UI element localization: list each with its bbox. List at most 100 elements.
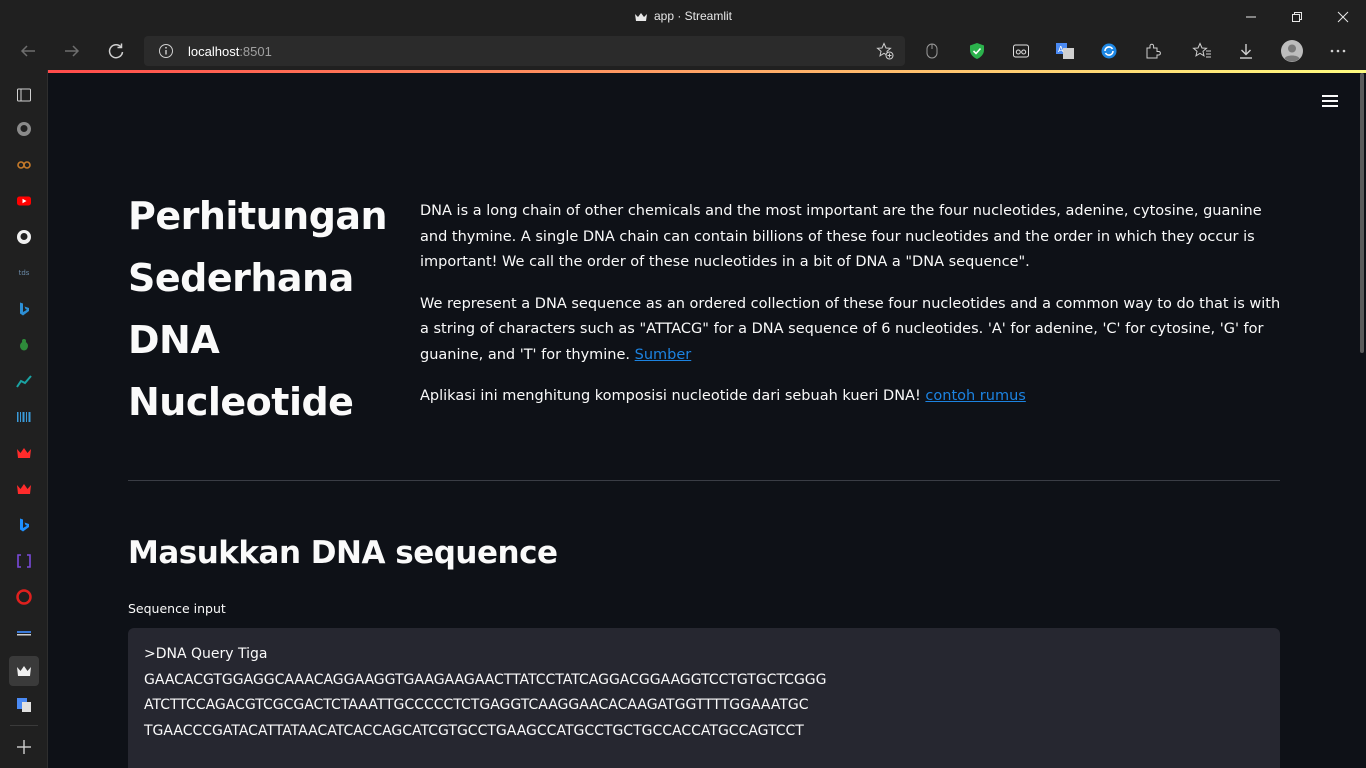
reader-extension-icon[interactable]: [1009, 39, 1033, 63]
glasses-icon: [1013, 44, 1029, 58]
opera-icon: [16, 589, 32, 605]
info-icon[interactable]: [158, 43, 174, 59]
brackets-icon: [17, 554, 31, 568]
browser-vertical-tabs: tds: [0, 70, 48, 768]
minimize-icon: [1246, 16, 1256, 17]
browser-toolbar: localhost:8501 A: [0, 33, 1366, 70]
url-port: :8501: [239, 44, 272, 59]
ellipsis-icon: [1330, 49, 1346, 53]
title-line-3: DNA: [128, 318, 220, 362]
window-titlebar: app · Streamlit: [0, 0, 1366, 33]
intro-paragraph-3-text: Aplikasi ini menghitung komposisi nucleo…: [420, 388, 921, 404]
close-window-button[interactable]: [1320, 0, 1366, 33]
title-line-4: Nucleotide: [128, 380, 354, 424]
tab-youtube[interactable]: [12, 189, 36, 213]
tab-barcode[interactable]: [12, 405, 36, 429]
translate-extension-icon[interactable]: A: [1053, 39, 1077, 63]
infinity-icon: [17, 161, 31, 169]
barcode-icon: [17, 412, 31, 422]
streamlit-app: Perhitungan Sederhana DNA Nucleotide DNA…: [48, 73, 1366, 768]
window-title-text: app · Streamlit: [653, 9, 733, 23]
tab-chart[interactable]: [12, 369, 36, 393]
tab-github-1[interactable]: [12, 117, 36, 141]
minimize-button[interactable]: [1228, 0, 1274, 33]
tab-bing-2[interactable]: [12, 513, 36, 537]
streamlit-crown-icon: [17, 484, 31, 494]
youtube-icon: [17, 196, 31, 206]
sequence-input-label: Sequence input: [128, 601, 226, 616]
download-icon: [1240, 44, 1252, 59]
extensions-button[interactable]: [1141, 39, 1165, 63]
tab-bug[interactable]: [12, 333, 36, 357]
tab-brackets[interactable]: [12, 549, 36, 573]
forward-button[interactable]: [57, 36, 87, 66]
stripe-icon: [17, 631, 31, 636]
contoh-rumus-link[interactable]: contoh rumus: [925, 388, 1025, 404]
sumber-link[interactable]: Sumber: [635, 347, 692, 363]
tab-tds[interactable]: tds: [12, 261, 36, 285]
new-tab-button[interactable]: [12, 735, 36, 759]
sync-extension-icon[interactable]: [1097, 39, 1121, 63]
bing-icon: [20, 302, 29, 316]
sidebar-divider: [10, 725, 38, 726]
back-button[interactable]: [13, 36, 43, 66]
shield-icon: [970, 43, 984, 59]
tab-stripe[interactable]: [12, 621, 36, 645]
tds-icon: tds: [18, 269, 30, 277]
intro-paragraph-3: Aplikasi ini menghitung komposisi nucleo…: [420, 384, 1286, 410]
address-bar[interactable]: localhost:8501: [144, 36, 905, 66]
favorites-star-icon: [1192, 42, 1211, 58]
forward-arrow-icon: [65, 45, 80, 57]
scrollbar-thumb[interactable]: [1360, 73, 1364, 353]
streamlit-crown-icon: [17, 448, 31, 458]
shield-extension-icon[interactable]: [965, 39, 989, 63]
streamlit-crown-icon: [634, 13, 647, 21]
tab-actions-button[interactable]: [12, 83, 36, 107]
tab-bing-1[interactable]: [12, 297, 36, 321]
profile-button[interactable]: [1280, 39, 1304, 63]
downloads-button[interactable]: [1234, 39, 1258, 63]
tab-streamlit-2[interactable]: [12, 477, 36, 501]
favorites-button[interactable]: [1190, 39, 1214, 63]
title-line-2: Sederhana: [128, 256, 354, 300]
close-icon: [1337, 11, 1349, 22]
tab-infinity[interactable]: [12, 153, 36, 177]
title-line-1: Perhitungan: [128, 194, 388, 238]
intro-paragraph-2: We represent a DNA sequence as an ordere…: [420, 292, 1286, 369]
tracking-icon[interactable]: [920, 39, 944, 63]
intro-paragraph-1: DNA is a long chain of other chemicals a…: [420, 203, 1262, 270]
section-heading: Masukkan DNA sequence: [128, 535, 558, 571]
page-scrollbar[interactable]: [1360, 73, 1366, 768]
sync-icon: [1101, 43, 1117, 59]
puzzle-icon: [1146, 43, 1161, 59]
tab-streamlit-active[interactable]: [9, 656, 39, 686]
translate-icon: A: [1056, 43, 1074, 59]
back-arrow-icon: [20, 45, 35, 57]
tab-actions-icon: [17, 88, 31, 102]
trend-chart-icon: [16, 375, 32, 388]
refresh-button[interactable]: [101, 36, 131, 66]
bing-icon: [20, 518, 29, 532]
tab-github-2[interactable]: [12, 225, 36, 249]
url-host: localhost: [188, 44, 240, 59]
streamlit-crown-icon: [17, 666, 31, 676]
avatar-icon: [1281, 40, 1303, 62]
intro-paragraph-2-text: We represent a DNA sequence as an ordere…: [420, 295, 1281, 363]
github-icon: [17, 122, 31, 136]
refresh-icon: [108, 43, 124, 59]
favorite-add-icon[interactable]: [876, 42, 894, 60]
tab-opera[interactable]: [12, 585, 36, 609]
sequence-line-4: TGAACCCGATACATTATAACATCACCAGCATCGTGCCTGA…: [144, 722, 804, 739]
bug-icon: [20, 339, 28, 351]
more-menu-button[interactable]: [1326, 39, 1350, 63]
tab-streamlit-1[interactable]: [12, 441, 36, 465]
url-text: localhost:8501: [188, 44, 272, 59]
section-divider: [128, 480, 1280, 481]
sequence-input[interactable]: >DNA Query Tiga GAACACGTGGAGGCAAACAGGAAG…: [128, 628, 1280, 768]
window-title: app · Streamlit: [0, 9, 1366, 23]
plus-icon: [17, 740, 31, 754]
tab-translate[interactable]: [12, 693, 36, 717]
app-menu-button[interactable]: [1320, 92, 1340, 112]
restore-button[interactable]: [1274, 0, 1320, 33]
github-icon: [17, 230, 31, 244]
